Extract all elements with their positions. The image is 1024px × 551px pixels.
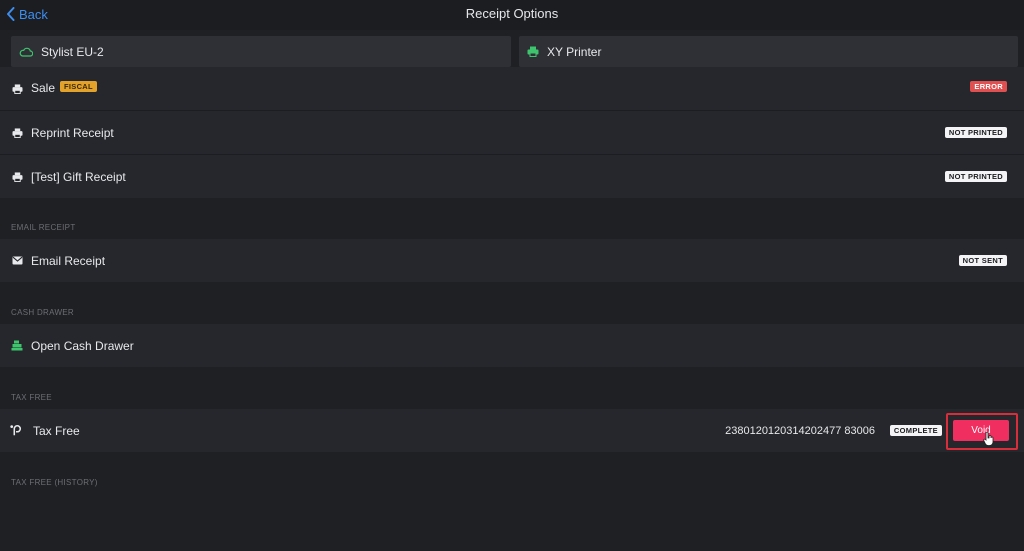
- status-badge: NOT PRINTED: [944, 127, 1007, 138]
- cloud-icon: [19, 47, 33, 57]
- status-badge: COMPLETE: [889, 425, 942, 436]
- printer-icon: [11, 127, 23, 139]
- row-label: Tax Free: [33, 423, 80, 438]
- receipt-row-gift[interactable]: [Test] Gift Receipt NOT PRINTED: [0, 155, 1024, 198]
- hand-cursor-icon: [983, 432, 994, 446]
- top-bar: Back Receipt Options: [0, 0, 1024, 30]
- cash-register-icon: [11, 340, 23, 352]
- tax-free-logo-icon: [10, 425, 22, 437]
- printer-icon: [527, 46, 539, 57]
- status-badge: ERROR: [970, 81, 1007, 92]
- status-badge: NOT PRINTED: [944, 171, 1007, 182]
- row-label: Open Cash Drawer: [31, 338, 134, 353]
- section-label-tax-free-history: TAX FREE (HISTORY): [11, 478, 98, 487]
- tax-free-number: 2380120120314202477 83006: [725, 424, 875, 437]
- receipt-row-reprint[interactable]: Reprint Receipt NOT PRINTED: [0, 111, 1024, 154]
- tax-free-row: Tax Free 2380120120314202477 83006 COMPL…: [0, 409, 1024, 452]
- device-selector[interactable]: Stylist EU-2: [11, 36, 511, 67]
- email-receipt-row[interactable]: Email Receipt NOT SENT: [0, 239, 1024, 282]
- row-label: [Test] Gift Receipt: [31, 169, 126, 184]
- printer-name: XY Printer: [547, 44, 602, 59]
- envelope-icon: [11, 255, 23, 267]
- fiscal-badge: FISCAL: [60, 81, 97, 92]
- row-label: Email Receipt: [31, 253, 106, 268]
- row-label: Sale: [31, 81, 56, 95]
- page-title: Receipt Options: [465, 6, 559, 21]
- open-cash-drawer-row[interactable]: Open Cash Drawer: [0, 324, 1024, 367]
- void-button[interactable]: Void: [953, 420, 1009, 441]
- section-label-cash-drawer: CASH DRAWER: [11, 308, 75, 317]
- printer-icon: [11, 171, 23, 183]
- status-badge: NOT SENT: [958, 255, 1007, 266]
- printer-selector[interactable]: XY Printer: [519, 36, 1018, 67]
- row-label: Reprint Receipt: [31, 125, 114, 140]
- section-label-email: EMAIL RECEIPT: [11, 223, 76, 232]
- section-label-tax-free: TAX FREE: [11, 393, 52, 402]
- receipt-row-sale[interactable]: Sale FISCAL ERROR: [0, 67, 1024, 110]
- device-name: Stylist EU-2: [41, 44, 104, 59]
- printer-icon: [11, 83, 23, 95]
